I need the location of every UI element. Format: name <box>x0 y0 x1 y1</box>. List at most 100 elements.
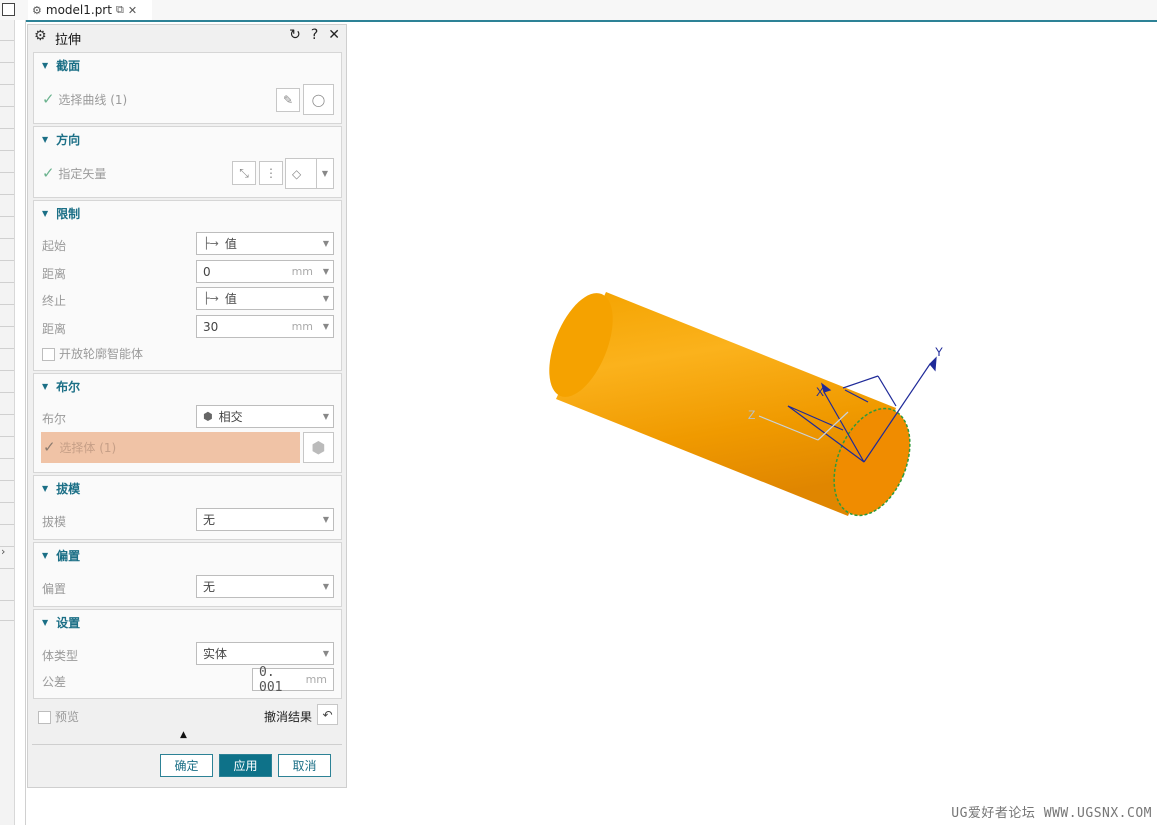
intersect-icon: ⬢ <box>203 410 213 423</box>
sketch-section-icon[interactable]: ◯ <box>303 84 334 115</box>
section-title: 限制 <box>56 207 81 221</box>
tolerance-input[interactable]: 0. 001 mm <box>252 665 334 695</box>
vector-type-dropdown[interactable]: ◇ ▼ <box>285 158 334 189</box>
dialog-title: 拉伸 <box>55 33 82 48</box>
end-distance-input[interactable]: 30 mm ▼ <box>196 315 334 338</box>
start-label: 起始 <box>42 239 67 253</box>
undo-result-label: 撤消结果 <box>264 710 313 724</box>
body-type-value: 实体 <box>203 647 228 661</box>
draft-header[interactable]: ▼ 拔模 <box>42 480 80 497</box>
section-title: 设置 <box>56 616 81 630</box>
start-distance-label: 距离 <box>42 267 67 281</box>
collapse-up-icon[interactable]: ▲ <box>180 730 187 740</box>
end-distance-label: 距离 <box>42 322 67 336</box>
section-header[interactable]: ▼ 截面 <box>42 57 80 74</box>
draft-value: 无 <box>203 513 216 527</box>
end-select[interactable]: ├→ 值 ▼ <box>196 287 334 310</box>
select-body-label: 选择体 (1) <box>59 441 117 455</box>
section-title: 布尔 <box>56 380 81 394</box>
x-axis-label: X <box>816 385 824 399</box>
expand-chevron-icon[interactable]: › <box>1 545 5 558</box>
preview-label: 预览 <box>55 710 80 724</box>
select-curve-row[interactable]: ✓ 选择曲线 (1) <box>42 90 127 108</box>
limits-section: ▼ 限制 起始 ├→ 值 ▼ 距离 0 mm ▼ 终止 ├→ 值 ▼ 距离 30… <box>33 200 342 371</box>
boolean-header[interactable]: ▼ 布尔 <box>42 378 80 395</box>
window-toggle[interactable] <box>2 3 15 16</box>
tab-model1[interactable]: ⚙ model1.prt ⧉ ✕ <box>28 0 152 20</box>
offset-label: 偏置 <box>42 582 67 596</box>
open-profile-label: 开放轮廓智能体 <box>59 347 144 361</box>
tolerance-label: 公差 <box>42 675 67 689</box>
select-body-row[interactable]: ✓ 选择体 (1) <box>41 432 300 463</box>
graphics-viewport[interactable]: Y X Z <box>348 22 1157 825</box>
start-distance-value: 0 <box>203 264 211 279</box>
section-section: ▼ 截面 ✓ 选择曲线 (1) ✎ ◯ <box>33 52 342 124</box>
modified-icon: ⧉ <box>115 3 124 16</box>
undo-result-icon[interactable]: ↶ <box>317 704 338 725</box>
tolerance-value: 0. 001 <box>259 664 283 695</box>
chevron-down-icon: ▼ <box>322 582 330 591</box>
chevron-down-icon: ▼ <box>322 322 330 331</box>
end-label: 终止 <box>42 294 67 308</box>
start-value: 值 <box>224 237 237 251</box>
chevron-down-icon: ▼ <box>322 515 330 524</box>
tab-label: model1.prt <box>45 3 112 17</box>
draft-section: ▼ 拔模 拔模 无 ▼ <box>33 475 342 540</box>
value-limit-icon: ├→ <box>203 237 219 250</box>
solid-body-icon[interactable]: ⬢ <box>303 432 334 463</box>
ok-button[interactable]: 确定 <box>160 754 213 777</box>
start-select[interactable]: ├→ 值 ▼ <box>196 232 334 255</box>
reverse-direction-icon[interactable]: ⤡ <box>232 161 256 185</box>
panel-divider <box>25 20 26 825</box>
body-type-label: 体类型 <box>42 649 79 663</box>
body-type-select[interactable]: 实体 ▼ <box>196 642 334 665</box>
offset-header[interactable]: ▼ 偏置 <box>42 547 80 564</box>
close-tab-icon[interactable]: ✕ <box>128 4 137 17</box>
vector-dialog-icon[interactable]: ⋮ <box>259 161 283 185</box>
collapse-icon: ▼ <box>42 382 49 391</box>
collapse-icon: ▼ <box>42 551 49 560</box>
inferred-vector-icon: ◇ <box>292 166 302 181</box>
unit-label: mm <box>291 320 313 333</box>
direction-section: ▼ 方向 ✓ 指定矢量 ⤡ ⋮ ◇ ▼ <box>33 126 342 198</box>
cylinder-body[interactable] <box>536 284 924 526</box>
offset-select[interactable]: 无 ▼ <box>196 575 334 598</box>
select-curve-label: 选择曲线 (1) <box>58 93 128 107</box>
boolean-select[interactable]: ⬢ 相交 ▼ <box>196 405 334 428</box>
collapse-icon: ▼ <box>42 618 49 627</box>
section-title: 拔模 <box>56 482 81 496</box>
apply-button[interactable]: 应用 <box>219 754 272 777</box>
checkbox-box[interactable] <box>38 711 51 724</box>
specify-vector-row[interactable]: ✓ 指定矢量 <box>42 164 106 182</box>
settings-header[interactable]: ▼ 设置 <box>42 614 80 631</box>
preview-checkbox[interactable]: 预览 <box>38 708 79 725</box>
reset-icon[interactable]: ↻ <box>289 27 301 43</box>
open-profile-checkbox[interactable]: 开放轮廓智能体 <box>42 345 143 362</box>
checkbox-box[interactable] <box>42 348 55 361</box>
unit-label: mm <box>291 265 313 278</box>
unit-label: mm <box>305 673 327 686</box>
curve-rule-icon[interactable]: ✎ <box>276 88 300 112</box>
gear-icon[interactable]: ⚙ <box>34 28 47 44</box>
resource-bar: › <box>0 20 15 825</box>
chevron-down-icon: ▼ <box>322 649 330 658</box>
extrude-dialog: ⚙ 拉伸 ↻ ? ✕ ▼ 截面 ✓ 选择曲线 (1) ✎ ◯ ▼ 方向 ✓ 指定… <box>27 24 347 788</box>
direction-header[interactable]: ▼ 方向 <box>42 131 80 148</box>
boolean-section: ▼ 布尔 布尔 ⬢ 相交 ▼ ✓ 选择体 (1) ⬢ <box>33 373 342 473</box>
settings-section: ▼ 设置 体类型 实体 ▼ 公差 0. 001 mm <box>33 609 342 699</box>
close-icon[interactable]: ✕ <box>328 27 340 43</box>
help-icon[interactable]: ? <box>311 27 318 43</box>
model-view[interactable]: Y X Z <box>348 22 1157 825</box>
tab-bar: ⚙ model1.prt ⧉ ✕ <box>0 0 1157 20</box>
limits-header[interactable]: ▼ 限制 <box>42 205 80 222</box>
offset-section: ▼ 偏置 偏置 无 ▼ <box>33 542 342 607</box>
offset-value: 无 <box>203 580 216 594</box>
collapse-icon: ▼ <box>42 209 49 218</box>
start-distance-input[interactable]: 0 mm ▼ <box>196 260 334 283</box>
chevron-down-icon: ▼ <box>316 159 333 188</box>
draft-select[interactable]: 无 ▼ <box>196 508 334 531</box>
boolean-value: 相交 <box>218 410 243 424</box>
check-icon: ✓ <box>42 90 55 108</box>
section-title: 方向 <box>56 133 81 147</box>
cancel-button[interactable]: 取消 <box>278 754 331 777</box>
